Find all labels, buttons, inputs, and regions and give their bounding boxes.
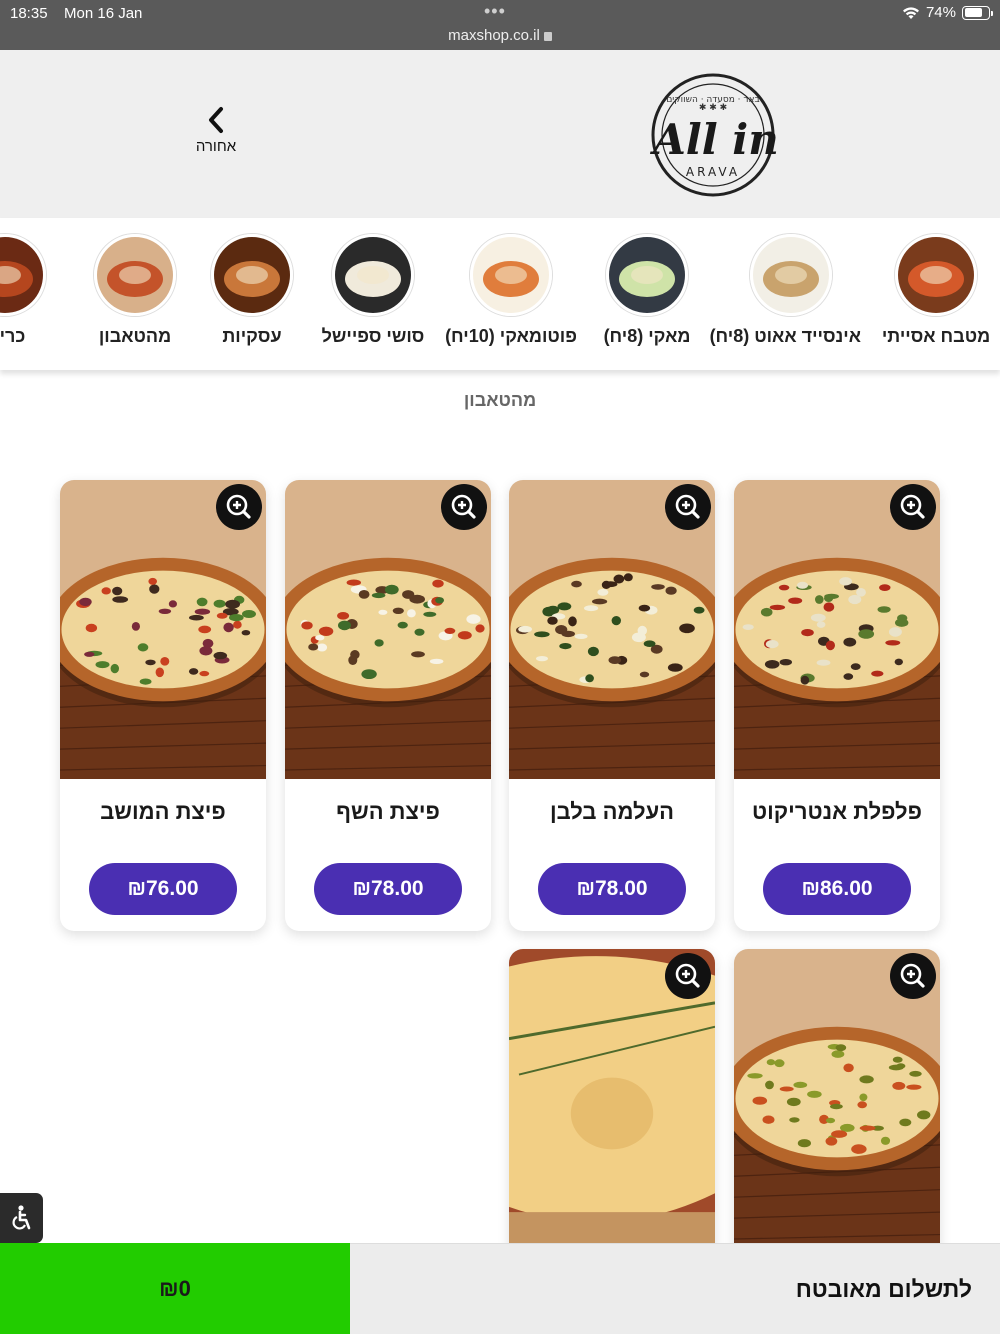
category-label: מטבח אסייתי — [881, 326, 991, 346]
address-bar[interactable]: maxshop.co.il — [0, 27, 1000, 44]
accessibility-button[interactable] — [0, 1193, 43, 1243]
category-maki-plate[interactable]: מאקי (8יח) — [577, 234, 717, 347]
category-label: פוטומאקי (10יח) — [445, 326, 577, 346]
zoom-in-icon[interactable] — [665, 484, 711, 530]
logo-sub-text: ARAVA — [686, 165, 740, 179]
add-to-cart-price-button[interactable]: ₪76.00 — [89, 863, 237, 915]
zoom-in-icon[interactable] — [216, 484, 262, 530]
status-bar: 18:35 Mon 16 Jan ••• maxshop.co.il 74% — [0, 0, 1000, 50]
business-meal-icon — [211, 234, 293, 316]
site-header: אחורה באר · מסעדה · השווקים ✱ ✱ ✱ All in… — [0, 50, 1000, 218]
product-name: פיצת המושב — [100, 799, 226, 824]
category-label: כריכי — [0, 326, 26, 346]
product-name: פיצת השף — [336, 799, 440, 824]
product-image[interactable] — [734, 949, 940, 1248]
status-time: 18:35 — [10, 5, 48, 22]
pizza-icon — [94, 234, 176, 316]
battery-icon — [962, 5, 993, 20]
product-image[interactable] — [509, 480, 715, 779]
category-label: מאקי (8יח) — [603, 326, 691, 346]
add-to-cart-price-button[interactable]: ₪78.00 — [538, 863, 686, 915]
category-strip[interactable]: מטבח אסייתי אינסייד אאוט (8יח) מאקי (8יח… — [0, 218, 1000, 370]
product-card[interactable]: העלמה בלבן ₪78.00 — [509, 480, 715, 931]
maki-plate-icon — [606, 234, 688, 316]
logo-text: All in — [649, 115, 779, 164]
product-card[interactable]: פיצת השף ₪78.00 — [285, 480, 491, 931]
checkout-bar: ₪0 לתשלום מאובטח — [0, 1243, 1000, 1334]
category-label: מהטאבון — [98, 326, 172, 346]
checkout-label: לתשלום מאובטח — [795, 1276, 972, 1302]
status-date: Mon 16 Jan — [64, 5, 143, 22]
product-card[interactable]: פיצת המושב ₪76.00 — [60, 480, 266, 931]
product-image[interactable] — [60, 480, 266, 779]
futomaki-plate-icon — [470, 234, 552, 316]
product-image[interactable] — [734, 480, 940, 779]
add-to-cart-price-button[interactable]: ₪78.00 — [314, 863, 462, 915]
product-name: העלמה בלבן — [549, 799, 675, 824]
secure-checkout-button[interactable]: לתשלום מאובטח — [350, 1243, 1000, 1334]
cart-total-button[interactable]: ₪0 — [0, 1243, 350, 1334]
sushi-special-icon — [332, 234, 414, 316]
category-label: אינסייד אאוט (8יח) — [709, 326, 861, 346]
product-image[interactable] — [509, 949, 715, 1248]
add-to-cart-price-button[interactable]: ₪86.00 — [763, 863, 911, 915]
asian-bowl-icon — [895, 234, 977, 316]
product-card[interactable]: פלפלת אנטריקוט ₪86.00 — [734, 480, 940, 931]
svg-text:✱ ✱ ✱: ✱ ✱ ✱ — [699, 103, 727, 113]
wheelchair-icon — [12, 1205, 30, 1230]
product-card[interactable] — [734, 949, 940, 1259]
category-pizza[interactable]: מהטאבון — [65, 234, 205, 347]
chevron-left-icon — [209, 107, 223, 133]
sushi-rolls-icon — [750, 234, 832, 316]
sandwich-icon — [0, 234, 46, 316]
product-image[interactable] — [285, 480, 491, 779]
more-dots-icon[interactable]: ••• — [484, 1, 506, 22]
product-card[interactable] — [509, 949, 715, 1259]
battery-percent: 74% — [925, 4, 956, 21]
zoom-in-icon[interactable] — [441, 484, 487, 530]
back-label: אחורה — [195, 138, 237, 155]
category-futomaki-plate[interactable]: פוטומאקי (10יח) — [441, 234, 581, 347]
zoom-in-icon[interactable] — [890, 953, 936, 999]
url-text: maxshop.co.il — [448, 27, 540, 44]
back-button[interactable]: אחורה — [186, 106, 246, 155]
product-name: פלפלת אנטריקוט — [752, 799, 922, 824]
category-asian-bowl[interactable]: מטבח אסייתי — [866, 234, 1000, 347]
category-label: סושי ספיישל — [321, 326, 425, 346]
restaurant-logo[interactable]: באר · מסעדה · השווקים ✱ ✱ ✱ All in ARAVA — [646, 72, 780, 198]
category-sushi-rolls[interactable]: אינסייד אאוט (8יח) — [709, 234, 861, 347]
category-sushi-special[interactable]: סושי ספיישל — [303, 234, 443, 347]
zoom-in-icon[interactable] — [665, 953, 711, 999]
lock-icon — [543, 32, 552, 41]
zoom-in-icon[interactable] — [890, 484, 936, 530]
wifi-icon — [902, 6, 920, 20]
category-sandwich[interactable]: כריכי — [0, 234, 75, 347]
section-title: מהטאבון — [463, 390, 537, 410]
battery-level — [964, 8, 982, 17]
